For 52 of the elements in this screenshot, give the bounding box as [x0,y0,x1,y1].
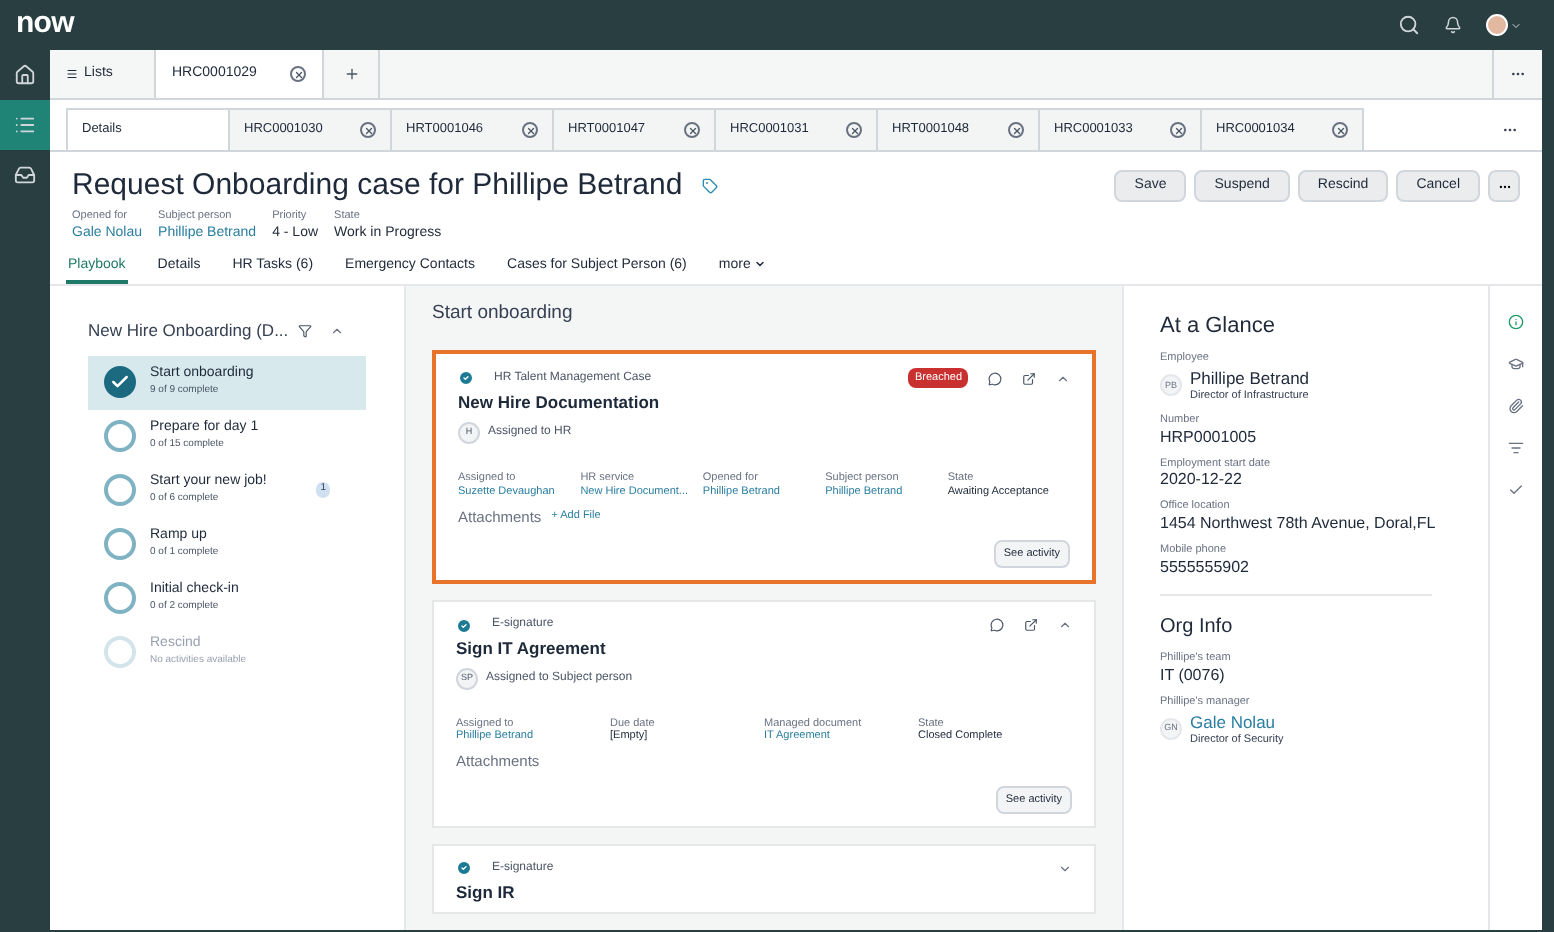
caret-icon[interactable] [1058,618,1072,632]
section-heading: At a Glance [1160,311,1277,342]
check-circle-icon [456,860,472,877]
caret-icon[interactable] [1510,19,1522,31]
card-title: Sign IT Agreement [456,640,608,657]
paperclip-icon[interactable] [1508,397,1524,414]
close-icon[interactable] [846,122,862,138]
caret-icon[interactable] [1058,861,1072,876]
list-icon [14,114,36,136]
avatar[interactable] [1486,14,1508,36]
field-value: HRP0001005 [1160,427,1259,447]
search-icon[interactable] [1398,14,1420,36]
open-icon[interactable] [1022,371,1036,386]
card-title: Sign IR [456,883,517,901]
info-icon[interactable] [1508,313,1524,330]
person-link[interactable]: Gale Nolau [1190,711,1284,733]
field-value: IT (0076) [1160,666,1227,686]
check-icon[interactable] [1508,481,1524,498]
comment-icon[interactable] [990,618,1004,632]
inbox-icon [14,164,36,186]
menu-icon [66,68,78,80]
field-value: 5555555902 [1160,558,1251,579]
close-icon[interactable] [1170,122,1186,138]
caret-icon[interactable] [1056,371,1070,386]
close-icon[interactable] [290,66,306,82]
section-heading: Org Info [1160,614,1235,643]
playbook-title: New Hire Onboarding (D... [88,317,289,343]
tag-icon[interactable] [702,177,719,193]
open-icon[interactable] [1024,618,1038,632]
filter-icon[interactable] [298,323,313,338]
record-title: Request Onboarding case for Phillipe Betrand [72,170,683,200]
comment-icon[interactable] [988,371,1002,386]
person-name: Phillipe Betrand [1190,368,1310,390]
card-title: New Hire Documentation [458,394,662,412]
graduation-cap-icon[interactable] [1508,355,1524,372]
field-value: 2020-12-22 [1160,470,1244,491]
close-icon[interactable] [522,122,538,138]
close-icon[interactable] [1008,122,1024,138]
close-icon[interactable] [360,122,376,138]
logo[interactable]: now [16,2,74,48]
check-circle-icon [456,617,472,633]
home-icon [14,64,36,86]
caret-icon [754,257,767,270]
list-icon[interactable] [1508,439,1524,456]
close-icon[interactable] [684,122,700,138]
field-value: 1454 Northwest 78th Avenue, Doral,FL [1160,514,1438,535]
plus-icon [343,66,359,82]
collapse-icon[interactable] [330,323,345,338]
bell-icon[interactable] [1444,16,1462,34]
section-heading: Start onboarding [432,299,575,328]
close-icon[interactable] [1332,122,1348,138]
check-circle-icon [458,370,474,387]
